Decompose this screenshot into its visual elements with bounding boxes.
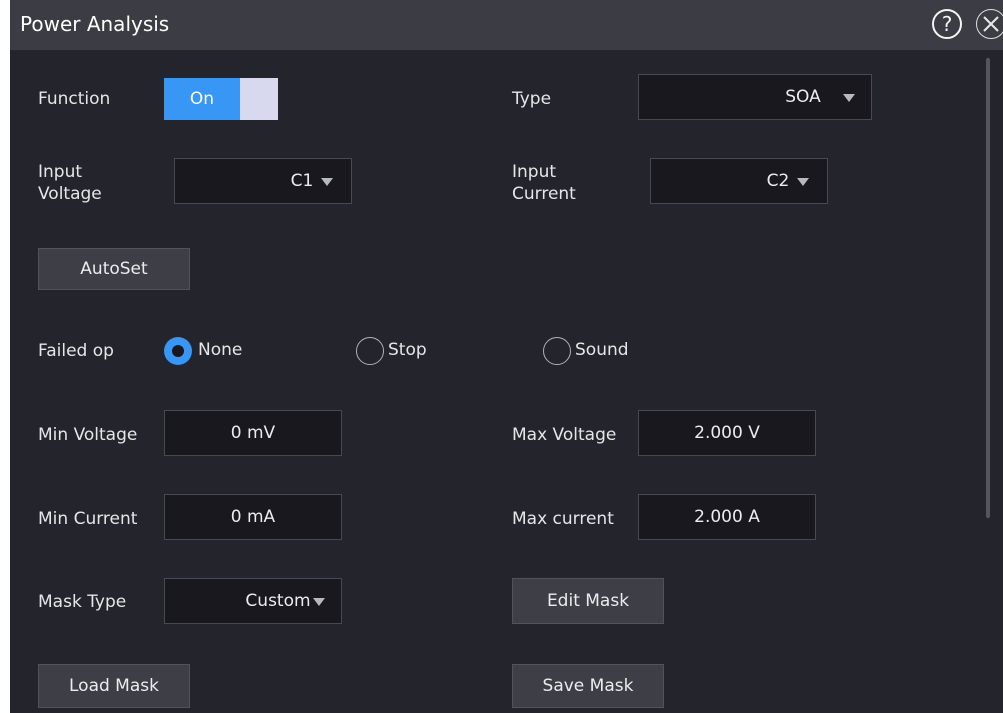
edit-mask-button[interactable]: Edit Mask bbox=[512, 578, 664, 624]
radio-stop[interactable] bbox=[356, 337, 384, 365]
close-icon[interactable] bbox=[976, 9, 1003, 39]
input-current-value: C2 bbox=[766, 171, 790, 191]
max-current-label: Max current bbox=[512, 509, 614, 529]
function-label: Function bbox=[38, 89, 111, 109]
mask-type-dropdown[interactable]: Custom bbox=[164, 578, 342, 624]
max-current-value: 2.000 A bbox=[694, 507, 760, 527]
input-voltage-label-line2: Voltage bbox=[38, 184, 102, 204]
dialog-title: Power Analysis bbox=[20, 12, 170, 36]
autoset-button[interactable]: AutoSet bbox=[38, 248, 190, 290]
function-toggle-state: On bbox=[164, 78, 240, 120]
input-current-dropdown[interactable]: C2 bbox=[650, 158, 828, 204]
failed-op-label: Failed op bbox=[38, 341, 114, 361]
max-voltage-input[interactable]: 2.000 V bbox=[638, 410, 816, 456]
radio-none[interactable] bbox=[164, 337, 192, 365]
min-voltage-label: Min Voltage bbox=[38, 425, 138, 445]
load-mask-button[interactable]: Load Mask bbox=[38, 664, 190, 708]
radio-sound[interactable] bbox=[543, 337, 571, 365]
radio-none-label[interactable]: None bbox=[198, 340, 242, 360]
min-current-input[interactable]: 0 mA bbox=[164, 494, 342, 540]
mask-type-label: Mask Type bbox=[38, 592, 127, 612]
title-bar: Power Analysis ? bbox=[10, 0, 1003, 50]
max-voltage-value: 2.000 V bbox=[694, 423, 760, 443]
min-voltage-input[interactable]: 0 mV bbox=[164, 410, 342, 456]
toggle-knob bbox=[240, 78, 278, 120]
function-toggle[interactable]: On bbox=[164, 78, 278, 120]
save-mask-button[interactable]: Save Mask bbox=[512, 664, 664, 708]
chevron-down-icon bbox=[321, 178, 333, 186]
input-current-label-line1: Input bbox=[512, 162, 557, 182]
chevron-down-icon bbox=[843, 94, 855, 102]
help-icon[interactable]: ? bbox=[932, 9, 962, 39]
radio-stop-label[interactable]: Stop bbox=[388, 340, 427, 360]
vertical-scrollbar[interactable] bbox=[986, 58, 990, 518]
settings-panel bbox=[10, 50, 1003, 713]
min-current-value: 0 mA bbox=[230, 507, 276, 527]
min-voltage-value: 0 mV bbox=[230, 423, 276, 443]
input-voltage-value: C1 bbox=[290, 171, 314, 191]
input-voltage-label-line1: Input bbox=[38, 162, 83, 182]
chevron-down-icon bbox=[313, 598, 325, 606]
input-voltage-dropdown[interactable]: C1 bbox=[174, 158, 352, 204]
type-dropdown[interactable]: SOA bbox=[638, 74, 872, 120]
power-analysis-dialog: Power Analysis ? Function On Type SOA In… bbox=[0, 0, 1003, 713]
max-current-input[interactable]: 2.000 A bbox=[638, 494, 816, 540]
max-voltage-label: Max Voltage bbox=[512, 425, 617, 445]
chevron-down-icon bbox=[797, 178, 809, 186]
min-current-label: Min Current bbox=[38, 509, 138, 529]
radio-sound-label[interactable]: Sound bbox=[575, 340, 629, 360]
input-current-label-line2: Current bbox=[512, 184, 576, 204]
type-label: Type bbox=[512, 89, 552, 109]
